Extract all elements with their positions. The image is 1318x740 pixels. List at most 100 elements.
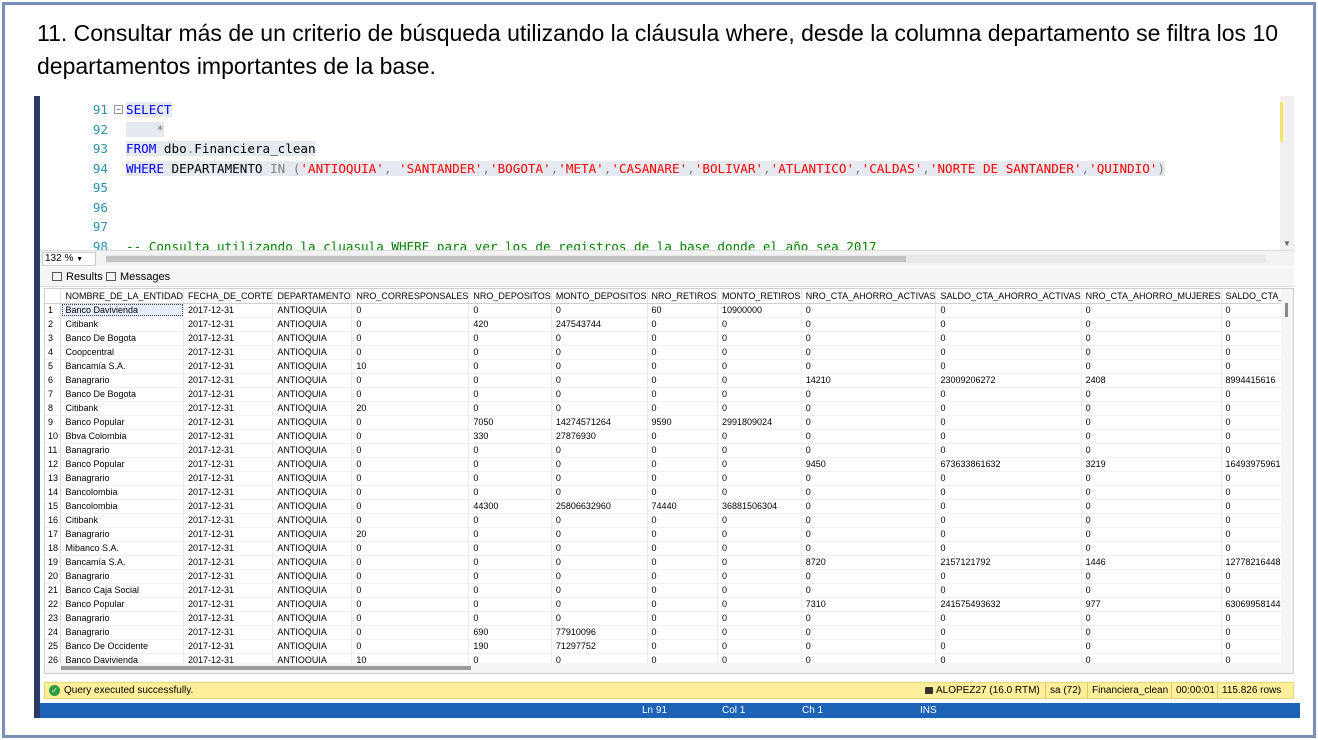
table-row[interactable]: 16 Citibank 2017-12-31 ANTIOQUIA 0 0 0 0 0 0 0 0 0 <box>45 513 1293 528</box>
table-cell[interactable]: 977 <box>1081 597 1222 612</box>
table-cell[interactable]: ANTIOQUIA <box>272 429 353 444</box>
table-row[interactable]: 23 Banagrario 2017-12-31 ANTIOQUIA 0 0 0 0 0 0 0 0 0 <box>45 611 1293 626</box>
table-cell[interactable]: 0 <box>551 387 648 402</box>
table-cell[interactable]: Banco Popular <box>60 457 184 472</box>
table-cell[interactable]: 0 <box>647 373 719 388</box>
table-cell[interactable]: ANTIOQUIA <box>272 569 353 584</box>
table-cell[interactable]: 0 <box>801 569 937 584</box>
table-cell[interactable]: 60 <box>647 303 719 318</box>
table-cell[interactable]: 0 <box>717 387 802 402</box>
row-number[interactable]: 9 <box>45 415 62 430</box>
table-cell[interactable]: 0 <box>551 513 648 528</box>
table-cell[interactable]: ANTIOQUIA <box>272 611 353 626</box>
column-header[interactable]: MONTO_RETIROS <box>717 289 802 304</box>
table-cell[interactable]: 0 <box>351 317 470 332</box>
table-cell[interactable]: 0 <box>717 569 802 584</box>
table-cell[interactable]: 0 <box>468 611 552 626</box>
row-number[interactable]: 5 <box>45 359 62 374</box>
table-cell[interactable]: 2017-12-31 <box>183 317 274 332</box>
table-cell[interactable]: 0 <box>801 317 937 332</box>
table-cell[interactable]: 0 <box>468 597 552 612</box>
table-cell[interactable]: 0 <box>1081 611 1222 626</box>
table-cell[interactable]: 0 <box>1081 429 1222 444</box>
row-number[interactable]: 24 <box>45 625 62 640</box>
results-grid[interactable]: NOMBRE_DE_LA_ENTIDAD FECHA_DE_CORTE DEPART… <box>44 288 1294 674</box>
table-cell[interactable]: 20 <box>351 527 470 542</box>
table-cell[interactable]: Citibank <box>60 513 184 528</box>
table-cell[interactable]: ANTIOQUIA <box>272 443 353 458</box>
table-cell[interactable]: 0 <box>801 513 937 528</box>
table-cell[interactable]: 0 <box>647 541 719 556</box>
code-line[interactable]: 93 FROM dbo.Financiera_clean <box>40 139 1280 159</box>
table-cell[interactable]: ANTIOQUIA <box>272 359 353 374</box>
table-cell[interactable]: 0 <box>1081 387 1222 402</box>
table-cell[interactable]: Banagrario <box>60 611 184 626</box>
table-cell[interactable]: 690 <box>468 625 552 640</box>
table-cell[interactable]: 2017-12-31 <box>183 443 274 458</box>
table-cell[interactable]: ANTIOQUIA <box>272 499 353 514</box>
table-row[interactable]: 7 Banco De Bogota 2017-12-31 ANTIOQUIA 0 0 0 0 0… <box>45 387 1293 402</box>
table-cell[interactable]: 0 <box>351 597 470 612</box>
table-cell[interactable]: 2017-12-31 <box>183 597 274 612</box>
table-cell[interactable]: 0 <box>801 471 937 486</box>
table-cell[interactable]: 0 <box>717 583 802 598</box>
code-line[interactable]: 94 WHERE DEPARTAMENTO IN ('ANTIOQUIA', 'S… <box>40 159 1280 179</box>
table-cell[interactable]: 420 <box>468 317 552 332</box>
row-number[interactable]: 23 <box>45 611 62 626</box>
table-cell[interactable]: 27876930 <box>551 429 648 444</box>
scroll-thumb[interactable] <box>61 666 471 670</box>
table-cell[interactable]: 2017-12-31 <box>183 639 274 654</box>
table-cell[interactable]: 2017-12-31 <box>183 401 274 416</box>
table-cell[interactable]: 0 <box>935 639 1082 654</box>
table-cell[interactable]: 0 <box>468 485 552 500</box>
row-number[interactable]: 8 <box>45 401 62 416</box>
row-number-header[interactable] <box>45 289 62 304</box>
table-cell[interactable]: 0 <box>1081 359 1222 374</box>
table-cell[interactable]: ANTIOQUIA <box>272 555 353 570</box>
table-cell[interactable]: 2017-12-31 <box>183 429 274 444</box>
table-cell[interactable]: 2017-12-31 <box>183 499 274 514</box>
table-cell[interactable]: 0 <box>468 513 552 528</box>
table-cell[interactable]: 0 <box>1081 499 1222 514</box>
code-line[interactable]: 96 <box>40 198 1280 218</box>
table-cell[interactable]: 0 <box>717 471 802 486</box>
table-cell[interactable]: 0 <box>351 611 470 626</box>
table-cell[interactable]: 0 <box>717 443 802 458</box>
table-cell[interactable]: 0 <box>717 373 802 388</box>
table-cell[interactable]: 2017-12-31 <box>183 555 274 570</box>
table-cell[interactable]: 0 <box>468 331 552 346</box>
table-cell[interactable]: 0 <box>935 345 1082 360</box>
table-cell[interactable]: 0 <box>1081 345 1222 360</box>
table-cell[interactable]: 0 <box>935 359 1082 374</box>
table-cell[interactable]: 0 <box>551 303 648 318</box>
table-cell[interactable]: 0 <box>647 597 719 612</box>
table-cell[interactable]: 0 <box>551 331 648 346</box>
table-cell[interactable]: 0 <box>935 625 1082 640</box>
table-row[interactable]: 25 Banco De Occidente 2017-12-31 ANTIOQUIA 0… <box>45 639 1293 654</box>
table-cell[interactable]: Banagrario <box>60 527 184 542</box>
table-cell[interactable]: 0 <box>351 569 470 584</box>
table-cell[interactable]: Citibank <box>60 401 184 416</box>
table-cell[interactable]: 0 <box>351 485 470 500</box>
table-cell[interactable]: 2017-12-31 <box>183 303 274 318</box>
table-cell[interactable]: ANTIOQUIA <box>272 331 353 346</box>
table-cell[interactable]: 0 <box>647 611 719 626</box>
table-cell[interactable]: 20 <box>351 401 470 416</box>
table-cell[interactable]: 74440 <box>647 499 719 514</box>
scroll-thumb[interactable] <box>106 256 906 262</box>
table-cell[interactable]: 0 <box>551 359 648 374</box>
table-cell[interactable]: 0 <box>351 443 470 458</box>
table-cell[interactable]: 0 <box>801 401 937 416</box>
table-cell[interactable]: ANTIOQUIA <box>272 485 353 500</box>
column-header[interactable]: NRO_CORRESPONSALES <box>351 289 470 304</box>
column-header[interactable]: NRO_CTA_AHORRO_ACTIVAS <box>801 289 937 304</box>
table-cell[interactable]: 0 <box>801 527 937 542</box>
table-cell[interactable]: 2017-12-31 <box>183 541 274 556</box>
column-header[interactable]: DEPARTAMENTO <box>272 289 353 304</box>
table-cell[interactable]: 0 <box>551 527 648 542</box>
column-header[interactable]: NRO_CTA_AHORRO_MUJERES <box>1081 289 1222 304</box>
row-number[interactable]: 3 <box>45 331 62 346</box>
table-cell[interactable]: 2017-12-31 <box>183 345 274 360</box>
table-cell[interactable]: ANTIOQUIA <box>272 597 353 612</box>
table-cell[interactable]: 0 <box>351 541 470 556</box>
